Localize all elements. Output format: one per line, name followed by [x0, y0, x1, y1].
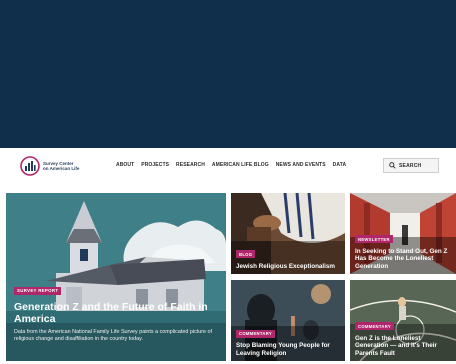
- nav-about[interactable]: ABOUT: [116, 162, 134, 168]
- card-title[interactable]: Stop Blaming Young People for Leaving Re…: [236, 342, 340, 357]
- logo-text-line2: on American Life: [43, 166, 80, 171]
- card-title[interactable]: Jewish Religious Exceptionalism: [236, 263, 340, 270]
- nav-research[interactable]: RESEARCH: [176, 162, 205, 168]
- logo-icon: [20, 156, 40, 176]
- article-card-stop-blaming[interactable]: COMMENTARY Stop Blaming Young People for…: [231, 280, 345, 361]
- nav-data[interactable]: DATA: [333, 162, 347, 168]
- hero-tag[interactable]: SURVEY REPORT: [14, 286, 62, 295]
- hero-card[interactable]: SURVEY REPORT Generation Z and the Futur…: [6, 193, 226, 361]
- card-overlay: BLOG Jewish Religious Exceptionalism: [231, 243, 345, 274]
- card-title[interactable]: In Seeking to Stand Out, Gen Z Has Becom…: [355, 248, 451, 270]
- card-overlay: COMMENTARY Stop Blaming Young People for…: [231, 322, 345, 361]
- logo-text: Survey Center on American Life: [43, 161, 93, 172]
- card-tag[interactable]: NEWSLETTER: [355, 235, 393, 244]
- card-tag[interactable]: COMMENTARY: [355, 322, 395, 331]
- card-tag[interactable]: COMMENTARY: [236, 329, 276, 338]
- hero-description: Data from the American National Family L…: [14, 329, 213, 342]
- article-card-gen-z-loneliest[interactable]: COMMENTARY Gen Z is the Loneliest Genera…: [350, 280, 456, 361]
- article-card-loneliest[interactable]: NEWSLETTER In Seeking to Stand Out, Gen …: [350, 193, 456, 274]
- card-overlay: NEWSLETTER In Seeking to Stand Out, Gen …: [350, 228, 456, 274]
- nav-american-life-blog[interactable]: AMERICAN LIFE BLOG: [212, 162, 269, 168]
- card-overlay: COMMENTARY Gen Z is the Loneliest Genera…: [350, 315, 456, 361]
- site-logo[interactable]: Survey Center on American Life: [20, 156, 93, 176]
- search-icon: [389, 162, 396, 169]
- nav-news-and-events[interactable]: NEWS AND EVENTS: [276, 162, 326, 168]
- hero-title[interactable]: Generation Z and the Future of Faith in …: [14, 301, 218, 325]
- article-card-jewish[interactable]: BLOG Jewish Religious Exceptionalism: [231, 193, 345, 274]
- card-tag[interactable]: BLOG: [236, 250, 256, 259]
- search-button[interactable]: SEARCH: [383, 158, 439, 173]
- nav-projects[interactable]: PROJECTS: [141, 162, 169, 168]
- main-nav: ABOUT PROJECTS RESEARCH AMERICAN LIFE BL…: [116, 162, 346, 168]
- hero-overlay: SURVEY REPORT Generation Z and the Futur…: [6, 279, 226, 361]
- search-label: SEARCH: [399, 162, 422, 169]
- top-banner: [0, 0, 456, 148]
- card-title[interactable]: Gen Z is the Loneliest Generation — and …: [355, 335, 451, 357]
